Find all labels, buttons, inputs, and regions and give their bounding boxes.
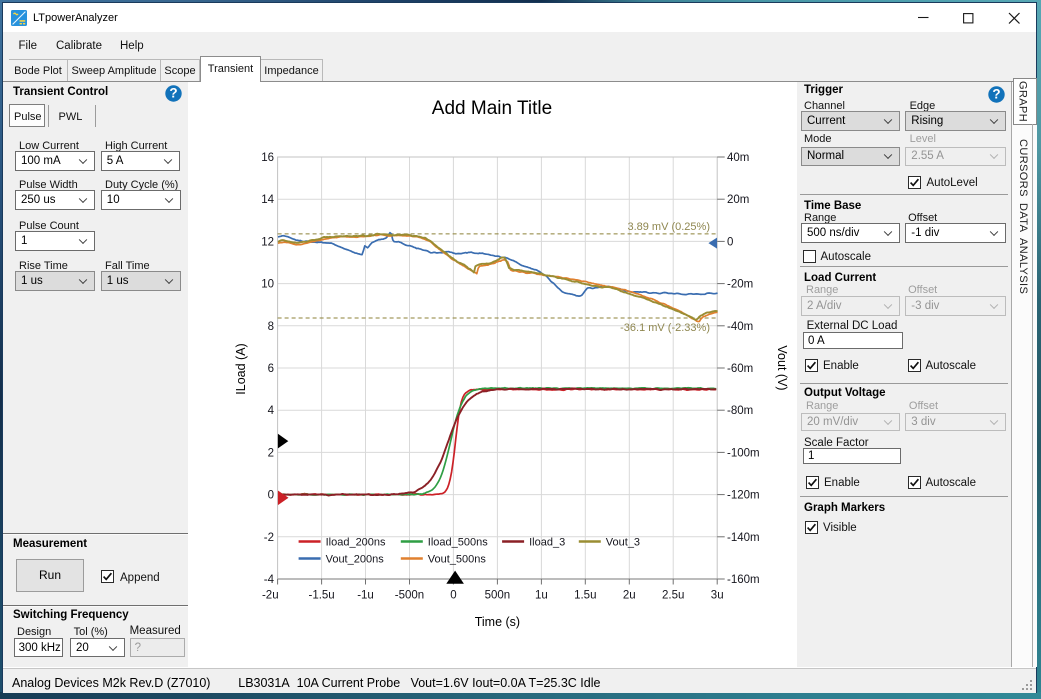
svg-text:10: 10: [261, 279, 274, 291]
svg-text:1.5u: 1.5u: [574, 590, 596, 602]
svg-text:-1u: -1u: [357, 590, 374, 602]
svg-text:Vout_200ns: Vout_200ns: [326, 554, 385, 566]
svg-text:Iload_200ns: Iload_200ns: [326, 537, 386, 549]
svg-text:2u: 2u: [623, 590, 636, 602]
svg-text:-60m: -60m: [727, 363, 753, 375]
svg-text:0: 0: [268, 490, 274, 502]
svg-text:Iload_500ns: Iload_500ns: [428, 537, 488, 549]
svg-text:12: 12: [261, 236, 274, 248]
svg-text:-2u: -2u: [262, 590, 279, 602]
svg-text:Vout (V): Vout (V): [775, 345, 789, 390]
svg-text:Vout_3: Vout_3: [606, 537, 640, 549]
svg-text:2: 2: [268, 447, 274, 459]
svg-text:3.89 mV (0.25%): 3.89 mV (0.25%): [627, 221, 710, 233]
svg-text:-140m: -140m: [727, 532, 760, 544]
svg-text:14: 14: [261, 194, 274, 206]
svg-text:4: 4: [268, 405, 275, 417]
svg-text:-36.1 mV (-2.33%): -36.1 mV (-2.33%): [620, 322, 710, 334]
svg-text:0: 0: [450, 590, 456, 602]
svg-text:6: 6: [268, 363, 274, 375]
svg-text:ILoad (A): ILoad (A): [234, 343, 248, 394]
svg-text:?: ?: [169, 86, 177, 101]
svg-text:40m: 40m: [727, 152, 749, 164]
svg-text:-2: -2: [264, 532, 274, 544]
svg-text:-4: -4: [264, 574, 275, 586]
svg-text:?: ?: [992, 86, 1000, 101]
svg-text:-120m: -120m: [727, 490, 760, 502]
svg-text:20m: 20m: [727, 194, 749, 206]
svg-text:3u: 3u: [711, 590, 724, 602]
svg-text:-20m: -20m: [727, 279, 753, 291]
svg-text:-1.5u: -1.5u: [308, 590, 334, 602]
svg-text:-100m: -100m: [727, 447, 760, 459]
svg-text:1u: 1u: [535, 590, 548, 602]
svg-text:-80m: -80m: [727, 405, 753, 417]
svg-text:Vout_500ns: Vout_500ns: [428, 554, 487, 566]
svg-text:Time (s): Time (s): [475, 615, 520, 629]
svg-text:-500n: -500n: [395, 590, 424, 602]
svg-text:-160m: -160m: [727, 574, 760, 586]
svg-text:2.5u: 2.5u: [662, 590, 684, 602]
svg-text:8: 8: [268, 321, 274, 333]
svg-text:500n: 500n: [485, 590, 511, 602]
svg-text:Iload_3: Iload_3: [529, 537, 565, 549]
svg-text:0: 0: [727, 236, 733, 248]
svg-text:-40m: -40m: [727, 321, 753, 333]
svg-text:16: 16: [261, 152, 274, 164]
